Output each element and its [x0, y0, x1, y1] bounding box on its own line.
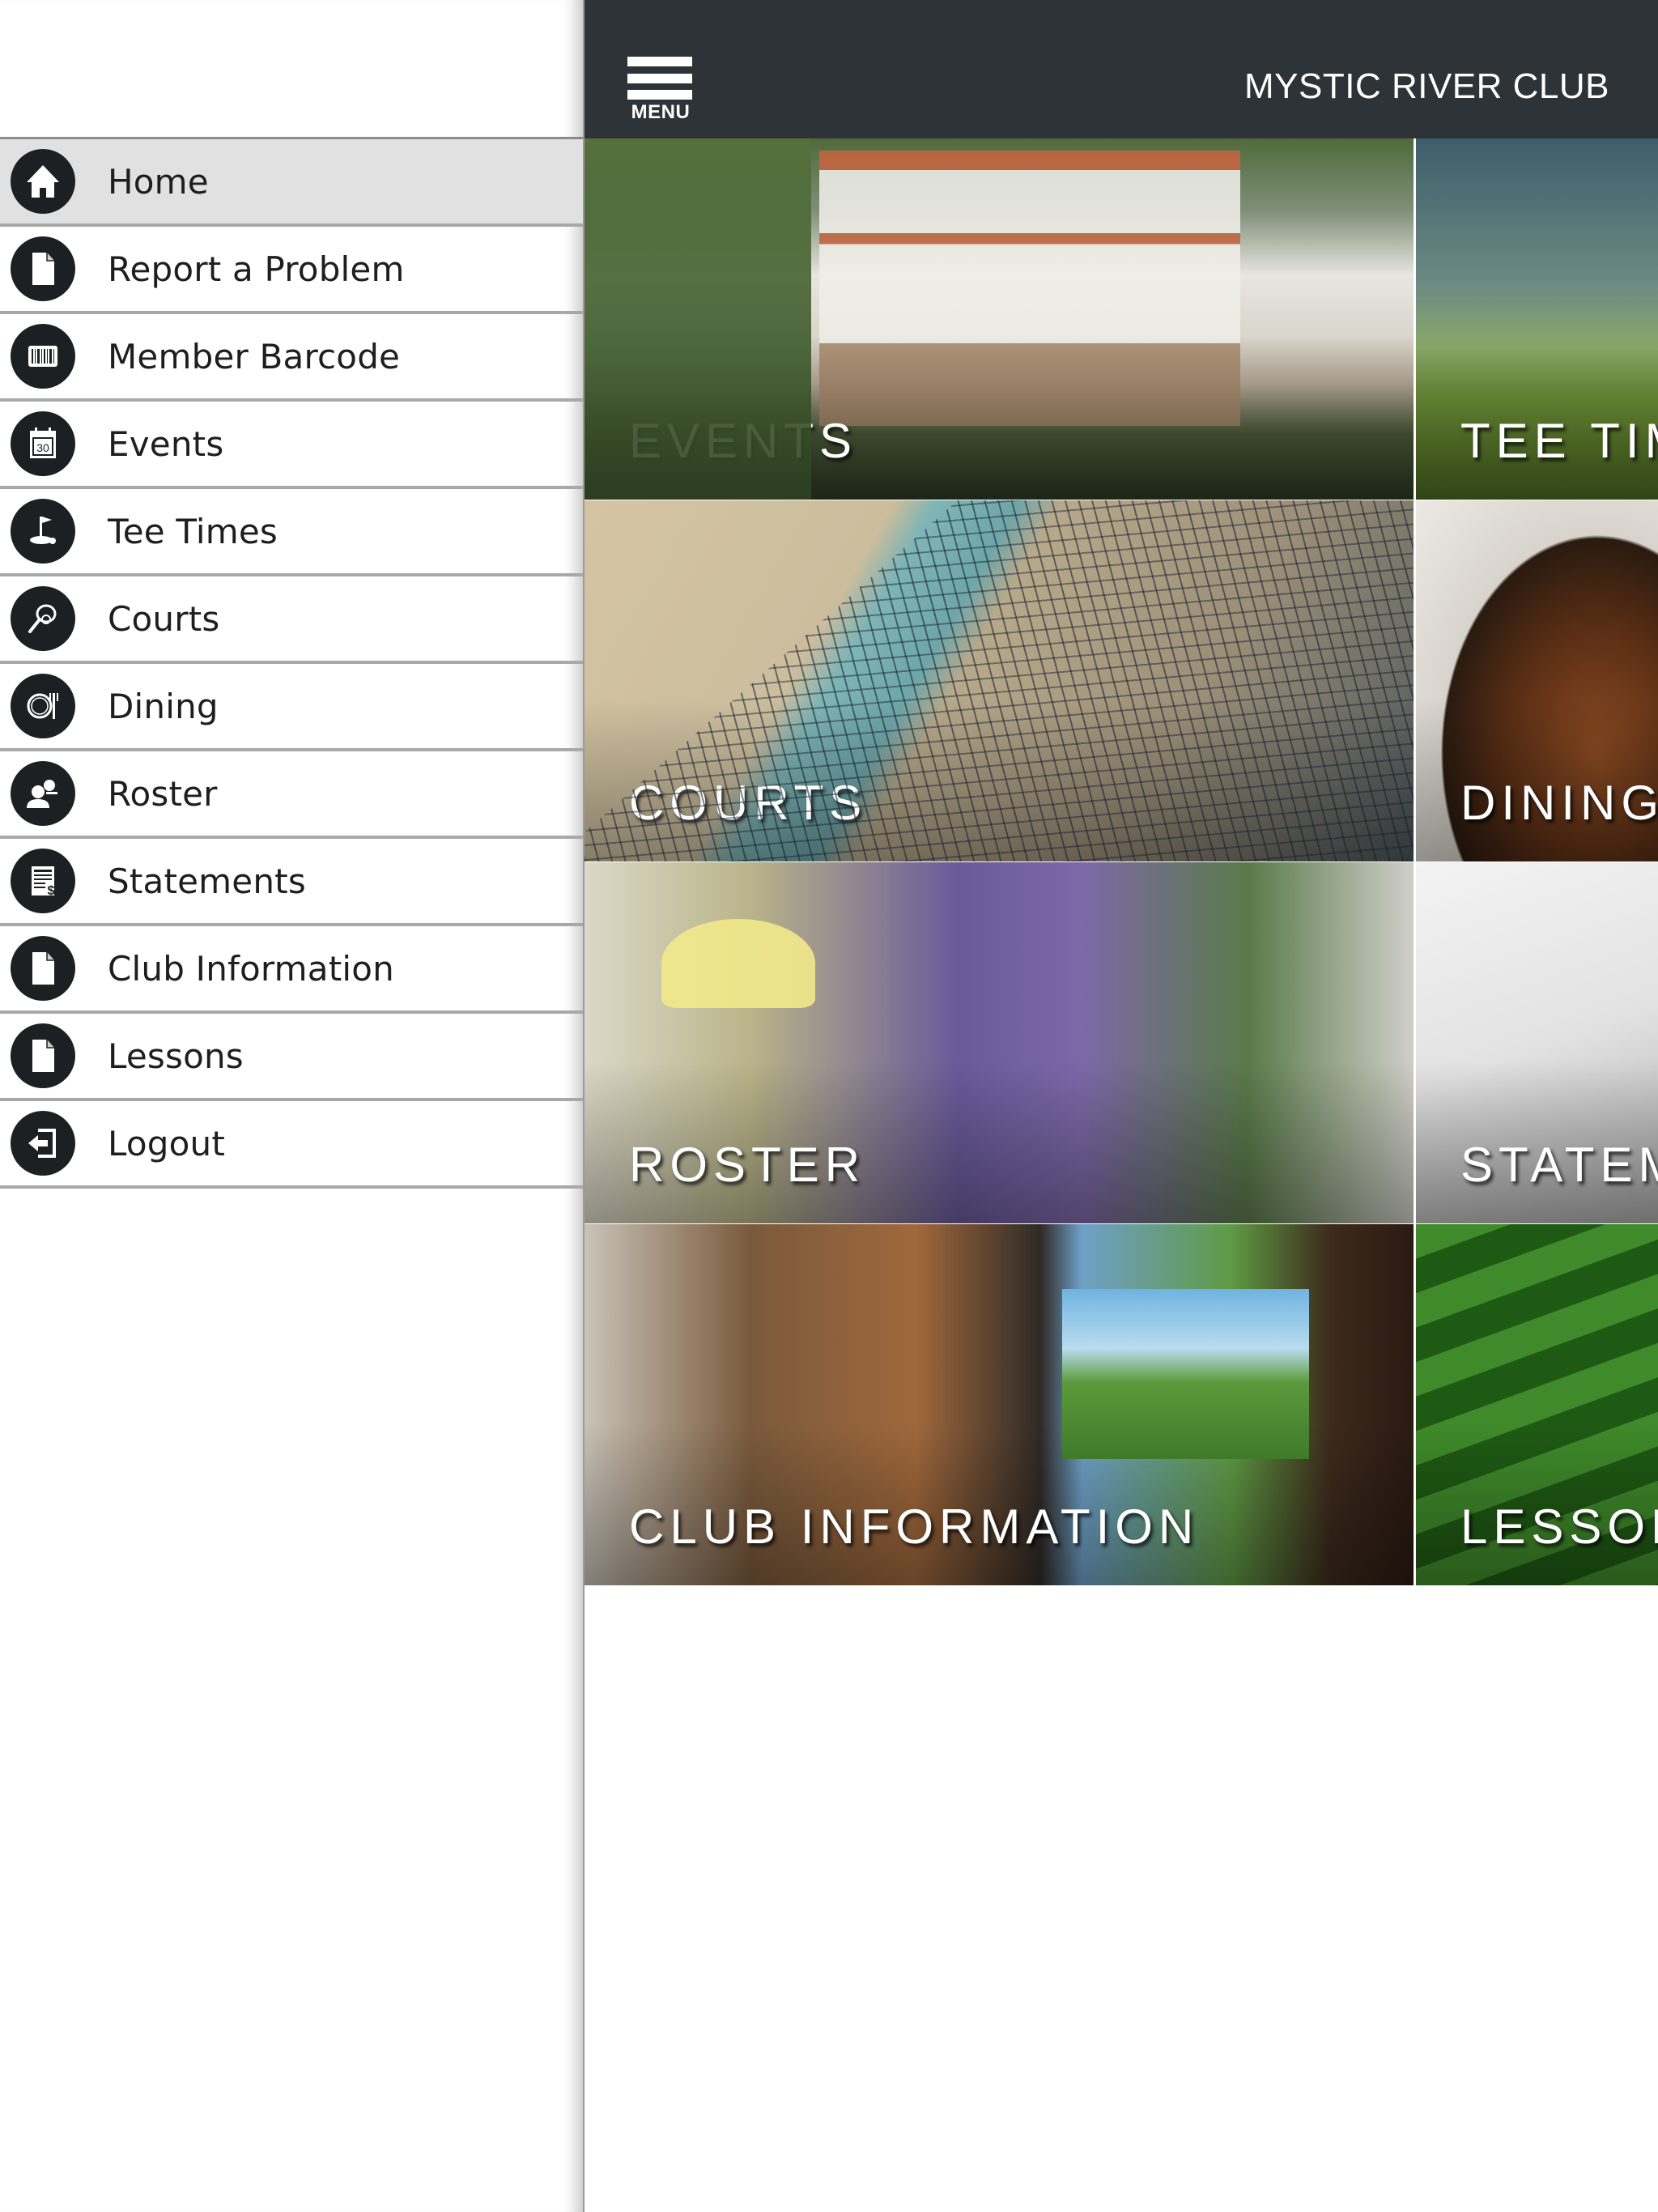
menu-item-label: Logout [108, 1123, 226, 1163]
tile-label: CLUB INFORMATION [629, 1499, 1200, 1554]
menu-item-label: Courts [108, 598, 220, 639]
svg-text:30: 30 [36, 441, 49, 454]
club-title: MYSTIC RIVER CLUB [1244, 66, 1610, 106]
menu-item-tee-times[interactable]: Tee Times [0, 489, 583, 576]
menu-item-report-a-problem[interactable]: Report a Problem [0, 227, 583, 314]
tile-label: TEE TIMES [1460, 414, 1658, 468]
tile-tee-times[interactable]: TEE TIMES [1416, 138, 1658, 500]
tile-dining[interactable]: DINING [1416, 500, 1658, 861]
menu-button-label: MENU [631, 101, 691, 123]
menu-item-member-barcode[interactable]: Member Barcode [0, 314, 583, 402]
logout-icon [11, 1111, 75, 1176]
tile-shade [585, 337, 1414, 500]
menu-item-label: Report a Problem [108, 249, 405, 289]
tile-label: ROSTER [629, 1138, 866, 1192]
menu-item-label: Lessons [108, 1036, 244, 1076]
menu-button[interactable]: MENU [627, 57, 694, 126]
golf-flag-icon [11, 499, 75, 564]
hamburger-icon-bar [627, 90, 692, 100]
top-bar: MENU MYSTIC RIVER CLUB [585, 0, 1658, 138]
tile-lessons[interactable]: LESSONS [1416, 1224, 1658, 1585]
tile-club-information[interactable]: CLUB INFORMATION [585, 1224, 1414, 1585]
people-icon [11, 761, 75, 826]
tennis-racket-icon [11, 586, 75, 651]
main-content: MENU MYSTIC RIVER CLUB EVENTS TEE TIMES … [583, 0, 1658, 2212]
tile-shade [585, 699, 1414, 861]
svg-text:$: $ [48, 884, 55, 898]
menu-item-logout[interactable]: Logout [0, 1101, 583, 1189]
menu-item-statements[interactable]: $ Statements [0, 839, 583, 926]
tile-label: EVENTS [629, 414, 858, 468]
menu-item-label: Home [108, 161, 209, 202]
menu-item-label: Club Information [108, 948, 394, 989]
document-icon [11, 236, 75, 301]
tile-label: LESSONS [1460, 1499, 1658, 1554]
menu-item-label: Member Barcode [108, 336, 401, 376]
side-menu-header [0, 0, 583, 139]
menu-item-label: Dining [108, 686, 219, 726]
menu-item-club-information[interactable]: Club Information [0, 926, 583, 1014]
menu-item-events[interactable]: 30 Events [0, 402, 583, 489]
home-icon [11, 149, 75, 214]
tile-courts[interactable]: COURTS [585, 500, 1414, 861]
plate-fork-icon [11, 674, 75, 738]
side-menu: Home Report a Problem Member Barcode 30 … [0, 0, 583, 2212]
menu-item-roster[interactable]: Roster [0, 751, 583, 839]
menu-item-dining[interactable]: Dining [0, 664, 583, 751]
tile-events[interactable]: EVENTS [585, 138, 1414, 500]
hamburger-icon [627, 57, 692, 66]
menu-item-label: Statements [108, 861, 306, 901]
menu-item-label: Events [108, 423, 224, 464]
tile-label: COURTS [629, 776, 868, 830]
document-icon [11, 936, 75, 1001]
tile-statements[interactable]: STATEMENTS [1416, 862, 1658, 1223]
barcode-icon [11, 324, 75, 389]
menu-item-lessons[interactable]: Lessons [0, 1014, 583, 1101]
statement-dollar-icon: $ [11, 849, 75, 913]
menu-item-home[interactable]: Home [0, 139, 583, 227]
menu-item-label: Tee Times [108, 511, 278, 551]
calendar-icon: 30 [11, 411, 75, 476]
menu-list: Home Report a Problem Member Barcode 30 … [0, 139, 583, 1189]
document-icon [11, 1023, 75, 1088]
tile-label: STATEMENTS [1460, 1138, 1658, 1192]
tile-roster[interactable]: ROSTER [585, 862, 1414, 1223]
tile-label: DINING [1460, 776, 1658, 830]
hamburger-icon-bar [627, 74, 692, 83]
menu-item-label: Roster [108, 773, 218, 814]
menu-item-courts[interactable]: Courts [0, 576, 583, 664]
